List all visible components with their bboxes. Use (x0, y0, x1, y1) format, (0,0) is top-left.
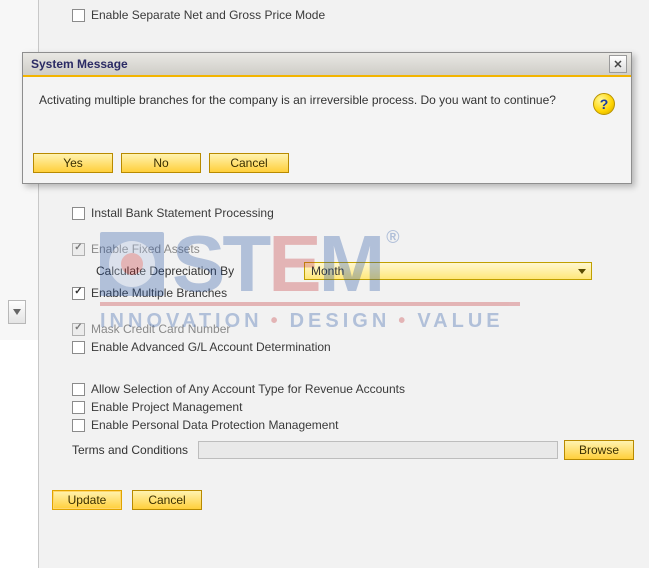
question-icon: ? (593, 93, 615, 115)
footer-buttons: Update Cancel (52, 490, 202, 510)
update-button-label: Update (68, 493, 107, 507)
row-acct-type: Allow Selection of Any Account Type for … (52, 380, 635, 398)
checkbox-acct-type[interactable] (72, 383, 85, 396)
chevron-down-icon (575, 264, 589, 278)
browse-button[interactable]: Browse (564, 440, 634, 460)
dropdown-depreciation-value: Month (311, 264, 344, 278)
dialog-title: System Message (31, 57, 128, 71)
label-mask-cc: Mask Credit Card Number (91, 322, 230, 336)
label-proj-mgmt: Enable Project Management (91, 400, 242, 414)
label-fixed-assets: Enable Fixed Assets (91, 242, 200, 256)
no-button[interactable]: No (121, 153, 201, 173)
checkbox-fixed-assets (72, 243, 85, 256)
system-message-dialog: System Message ✕ Activating multiple bra… (22, 52, 632, 184)
dialog-cancel-button-label: Cancel (230, 156, 267, 170)
close-icon[interactable]: ✕ (609, 55, 627, 73)
row-bank-stmt: Install Bank Statement Processing (52, 204, 635, 222)
checkbox-net-gross[interactable] (72, 9, 85, 22)
checkbox-adv-gl[interactable] (72, 341, 85, 354)
label-acct-type: Allow Selection of Any Account Type for … (91, 382, 405, 396)
yes-button-label: Yes (63, 156, 83, 170)
no-button-label: No (153, 156, 168, 170)
checkbox-mask-cc (72, 323, 85, 336)
browse-button-label: Browse (579, 443, 619, 457)
row-net-gross: Enable Separate Net and Gross Price Mode (52, 6, 635, 24)
cancel-button-label: Cancel (148, 493, 185, 507)
label-depreciation: Calculate Depreciation By (96, 264, 296, 278)
checkbox-pdpm[interactable] (72, 419, 85, 432)
checkbox-multi-branches[interactable] (72, 287, 85, 300)
dialog-cancel-button[interactable]: Cancel (209, 153, 289, 173)
row-fixed-assets: Enable Fixed Assets (52, 240, 635, 258)
row-terms: Terms and Conditions Browse (52, 434, 635, 466)
row-adv-gl: Enable Advanced G/L Account Determinatio… (52, 338, 635, 356)
row-pdpm: Enable Personal Data Protection Manageme… (52, 416, 635, 434)
label-net-gross: Enable Separate Net and Gross Price Mode (91, 8, 325, 22)
row-depreciation: Calculate Depreciation By Month (52, 258, 635, 284)
label-pdpm: Enable Personal Data Protection Manageme… (91, 418, 338, 432)
dialog-titlebar: System Message ✕ (23, 53, 631, 77)
label-bank-stmt: Install Bank Statement Processing (91, 206, 274, 220)
input-terms-path (198, 441, 558, 459)
row-proj-mgmt: Enable Project Management (52, 398, 635, 416)
yes-button[interactable]: Yes (33, 153, 113, 173)
checkbox-proj-mgmt[interactable] (72, 401, 85, 414)
dialog-message: Activating multiple branches for the com… (39, 91, 581, 139)
label-multi-branches: Enable Multiple Branches (91, 286, 227, 300)
row-mask-cc: Mask Credit Card Number (52, 320, 635, 338)
cancel-button[interactable]: Cancel (132, 490, 202, 510)
row-multi-branches: Enable Multiple Branches (52, 284, 635, 302)
label-adv-gl: Enable Advanced G/L Account Determinatio… (91, 340, 331, 354)
checkbox-bank-stmt[interactable] (72, 207, 85, 220)
dropdown-depreciation[interactable]: Month (304, 262, 592, 280)
update-button[interactable]: Update (52, 490, 122, 510)
label-terms: Terms and Conditions (72, 443, 192, 457)
scroll-down-icon[interactable] (8, 300, 26, 324)
dialog-buttons: Yes No Cancel (23, 147, 631, 183)
